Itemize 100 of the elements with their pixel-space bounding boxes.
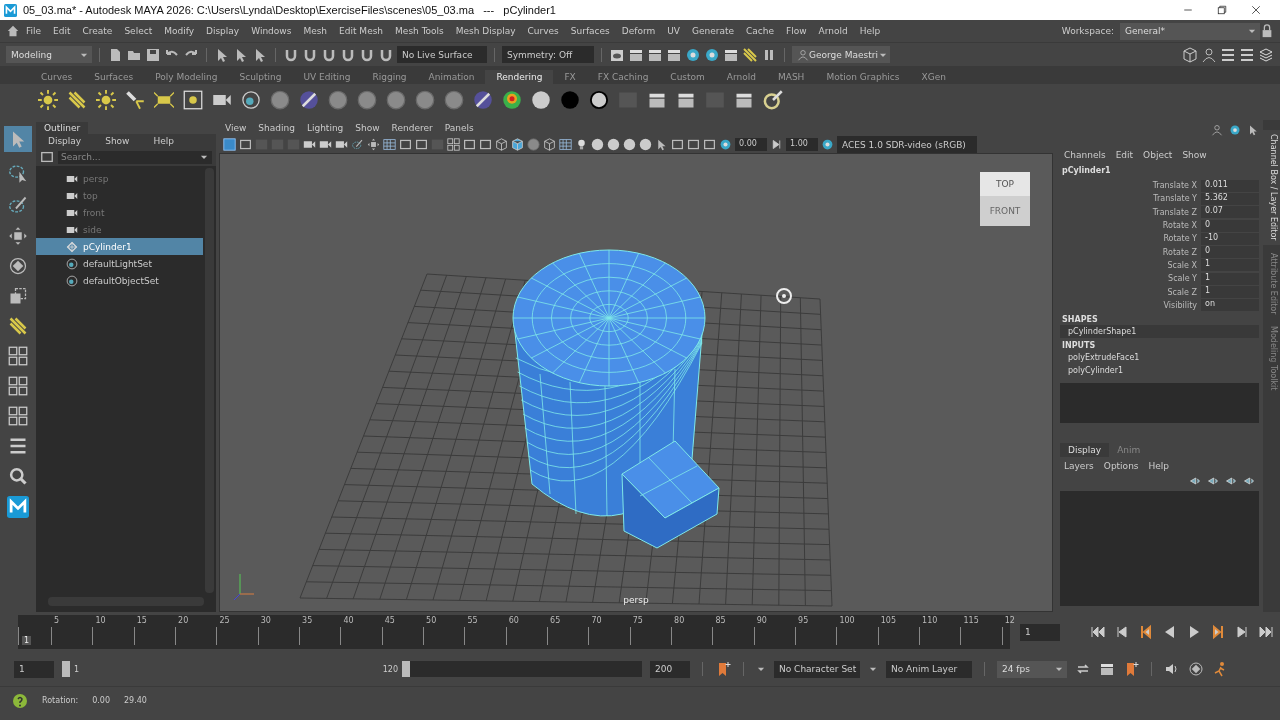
search-icon[interactable]	[8, 466, 28, 486]
shelf-tab[interactable]: Animation	[417, 70, 486, 84]
outliner-item[interactable]: defaultObjectSet	[36, 272, 203, 289]
shelf-tab[interactable]: Arnold	[715, 70, 767, 84]
striped-sphere-icon[interactable]	[473, 90, 493, 110]
side-tab[interactable]: Channel Box / Layer Editor	[1263, 130, 1280, 245]
light-rays-icon[interactable]	[742, 46, 758, 63]
disc-icon[interactable]	[821, 138, 834, 151]
attribute-value[interactable]: 0.07	[1201, 206, 1259, 219]
menu-item[interactable]: Create	[76, 26, 119, 36]
shelf-tab[interactable]: Motion Graphics	[815, 70, 911, 84]
spotlight-icon[interactable]	[125, 90, 145, 110]
skip-back-icon[interactable]	[1090, 624, 1106, 640]
restore-icon[interactable]	[1216, 4, 1228, 16]
menu-item[interactable]: Panels	[444, 123, 474, 133]
menu-item[interactable]: Deform	[615, 26, 662, 36]
outliner-item[interactable]: persp	[36, 170, 203, 187]
menu-item[interactable]: Show	[1182, 150, 1207, 160]
menu-item[interactable]: Flow	[780, 26, 813, 36]
camera-icon[interactable]	[335, 138, 348, 151]
menu-item[interactable]: UV	[661, 26, 686, 36]
menu-item[interactable]: Modify	[158, 26, 200, 36]
shelf-tab[interactable]: Sculpting	[228, 70, 293, 84]
disc-icon[interactable]	[719, 138, 732, 151]
attribute-value[interactable]: 0	[1201, 219, 1259, 232]
save-icon[interactable]	[145, 46, 161, 63]
rotate-icon[interactable]	[8, 256, 28, 276]
shelf-tab[interactable]: Curves	[30, 70, 84, 84]
list-icon[interactable]	[1239, 46, 1255, 63]
menu-item[interactable]: Mesh Display	[449, 26, 522, 36]
app-icon[interactable]	[7, 496, 29, 518]
far-clip-field[interactable]: 1.00	[786, 138, 818, 151]
camera-icon[interactable]	[319, 138, 332, 151]
bulb-icon[interactable]	[575, 138, 588, 151]
outliner-icon[interactable]	[8, 436, 28, 456]
close-icon[interactable]	[1250, 4, 1262, 16]
cube-icon[interactable]	[1182, 46, 1198, 63]
home-icon[interactable]	[6, 24, 20, 38]
grid-icon[interactable]	[559, 138, 572, 151]
color-space-field[interactable]: ACES 1.0 SDR-video (sRGB)	[837, 136, 977, 153]
character-set-field[interactable]: No Character Set	[774, 660, 860, 678]
menu-item[interactable]: Show	[99, 136, 136, 146]
frame-icon[interactable]	[463, 138, 476, 151]
shelf-tab[interactable]: XGen	[910, 70, 957, 84]
cube-icon[interactable]	[495, 138, 508, 151]
search-field[interactable]: Search...	[58, 150, 212, 164]
frame-icon[interactable]	[671, 138, 684, 151]
menu-item[interactable]: Help	[1148, 460, 1170, 471]
sphere-icon[interactable]	[591, 138, 604, 151]
sphere-icon[interactable]	[299, 90, 319, 110]
menu-item[interactable]: Mesh	[297, 26, 334, 36]
brush-icon[interactable]	[7, 194, 29, 216]
disc-icon[interactable]	[241, 90, 261, 110]
layout-icon[interactable]	[8, 406, 28, 426]
scale-icon[interactable]	[8, 286, 28, 306]
user-dropdown[interactable]: George Maestri	[792, 46, 890, 63]
menu-item[interactable]: Renderer	[391, 123, 433, 133]
menu-item[interactable]: View	[225, 123, 247, 133]
sun-icon[interactable]	[38, 90, 58, 110]
menu-item[interactable]: Cache	[740, 26, 781, 36]
outliner-item[interactable]: top	[36, 187, 203, 204]
person-icon[interactable]	[1201, 46, 1217, 63]
menu-item[interactable]: Options	[1103, 460, 1139, 471]
brush-icon[interactable]	[351, 138, 364, 151]
side-tab[interactable]: Modeling Toolkit	[1263, 322, 1280, 395]
lock-icon[interactable]	[1260, 24, 1274, 38]
sun-icon[interactable]	[96, 90, 116, 110]
menu-item[interactable]: Edit	[1115, 150, 1134, 160]
shelf-tab[interactable]: FX Caching	[586, 70, 660, 84]
menu-item[interactable]: Edit	[47, 26, 77, 36]
color-sphere-icon[interactable]	[502, 90, 522, 110]
layers-icon[interactable]	[1258, 46, 1274, 63]
move-icon[interactable]	[8, 226, 28, 246]
node-name[interactable]: pCylinderShape1	[1060, 324, 1259, 338]
workspace-dropdown[interactable]: General*	[1120, 22, 1260, 40]
outliner-item[interactable]: defaultLightSet	[36, 255, 203, 272]
menu-item[interactable]: Generate	[686, 26, 741, 36]
menu-item[interactable]: Lighting	[306, 123, 344, 133]
layout-icon[interactable]	[447, 138, 460, 151]
shelf-tab[interactable]: MASH	[766, 70, 816, 84]
attribute-value[interactable]: 5.362	[1201, 192, 1259, 205]
menu-item[interactable]: Windows	[245, 26, 298, 36]
disc-icon[interactable]	[1229, 124, 1241, 136]
attribute-value[interactable]: 0.011	[1201, 179, 1259, 192]
arrow-icon[interactable]	[655, 138, 668, 151]
clapper-icon[interactable]	[1099, 661, 1115, 677]
attribute-value[interactable]: 0	[1201, 246, 1259, 259]
light-box-icon[interactable]	[183, 90, 203, 110]
fps-dropdown[interactable]: 24 fps	[997, 660, 1067, 678]
menu-item[interactable]: Mesh Tools	[389, 26, 450, 36]
mode-dropdown[interactable]: Modeling	[6, 46, 92, 63]
menu-item[interactable]: Show	[355, 123, 380, 133]
frame-icon[interactable]	[415, 138, 428, 151]
filter-icon[interactable]	[40, 150, 54, 164]
view-cube[interactable]: TOP FRONT	[980, 172, 1030, 226]
menu-item[interactable]: Display	[42, 136, 88, 146]
start-frame-field[interactable]: 1	[14, 660, 54, 678]
cube-icon[interactable]	[543, 138, 556, 151]
attribute-value[interactable]: 1	[1201, 286, 1259, 298]
layer-icon[interactable]	[1207, 474, 1219, 487]
